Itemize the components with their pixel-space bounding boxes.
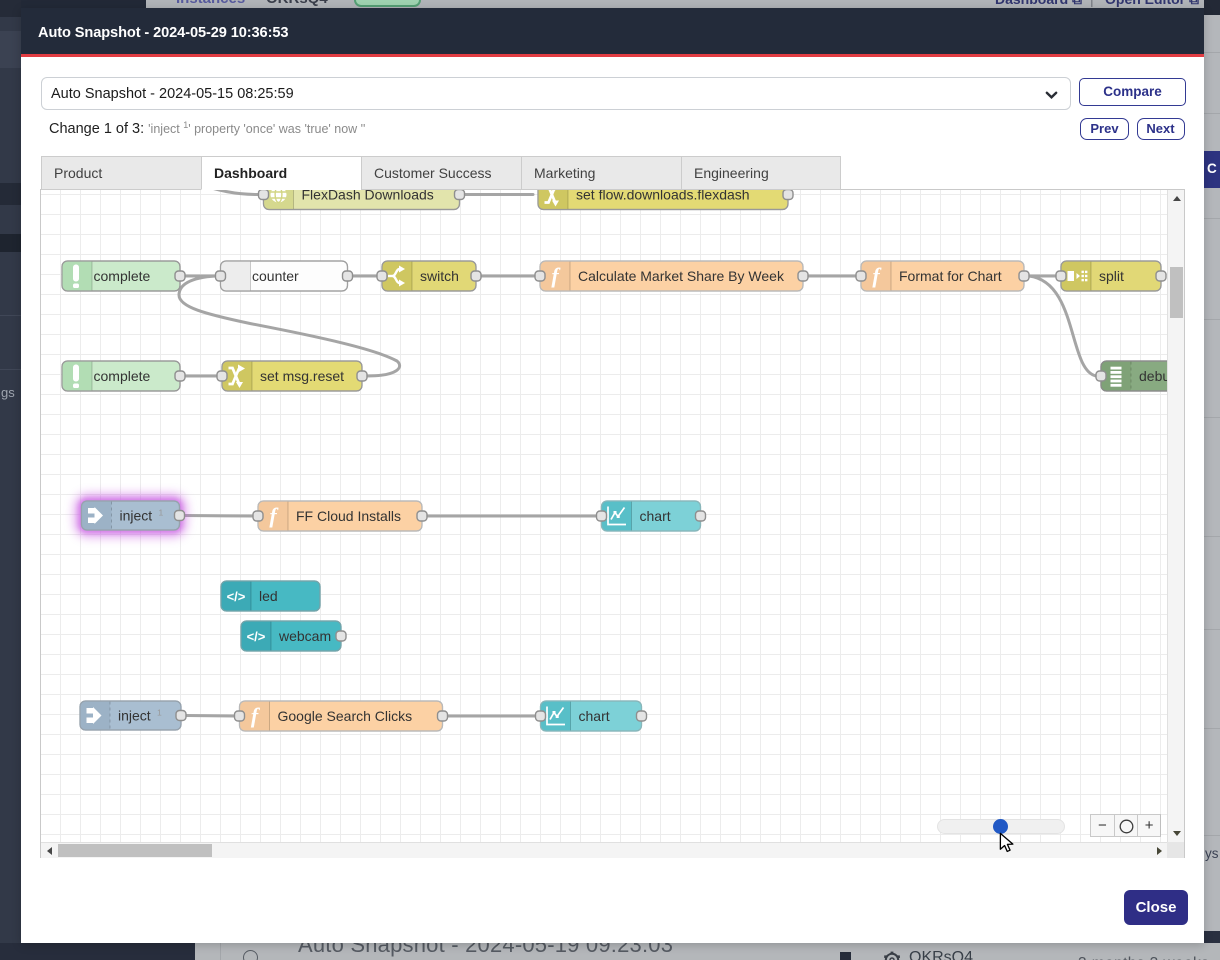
svg-text:chart: chart xyxy=(640,508,671,524)
svg-text:switch: switch xyxy=(420,268,459,284)
svg-text:inject: inject xyxy=(120,508,153,524)
svg-text:Google Search Clicks: Google Search Clicks xyxy=(278,708,413,724)
svg-text:1: 1 xyxy=(157,708,162,718)
svg-text:counter: counter xyxy=(252,268,299,284)
svg-text:set msg.reset: set msg.reset xyxy=(260,368,344,384)
svg-text:</>: </> xyxy=(247,629,266,644)
svg-text:Format for Chart: Format for Chart xyxy=(899,268,1002,284)
svg-text:set flow.downloads.flexdash: set flow.downloads.flexdash xyxy=(576,190,750,203)
svg-text:1: 1 xyxy=(159,508,164,518)
svg-text:led: led xyxy=(259,588,278,604)
svg-text:FlexDash Downloads: FlexDash Downloads xyxy=(302,190,434,203)
svg-text:FF Cloud Installs: FF Cloud Installs xyxy=(296,508,401,524)
svg-text:webcam: webcam xyxy=(278,628,331,644)
svg-text:inject: inject xyxy=(118,708,151,724)
svg-text:complete: complete xyxy=(94,368,151,384)
svg-text:chart: chart xyxy=(579,708,610,724)
svg-text:debug: debug xyxy=(1139,368,1167,384)
svg-text:Calculate Market Share By Week: Calculate Market Share By Week xyxy=(578,268,785,284)
svg-text:complete: complete xyxy=(94,268,151,284)
svg-text:</>: </> xyxy=(227,589,246,604)
svg-text:split: split xyxy=(1099,268,1124,284)
